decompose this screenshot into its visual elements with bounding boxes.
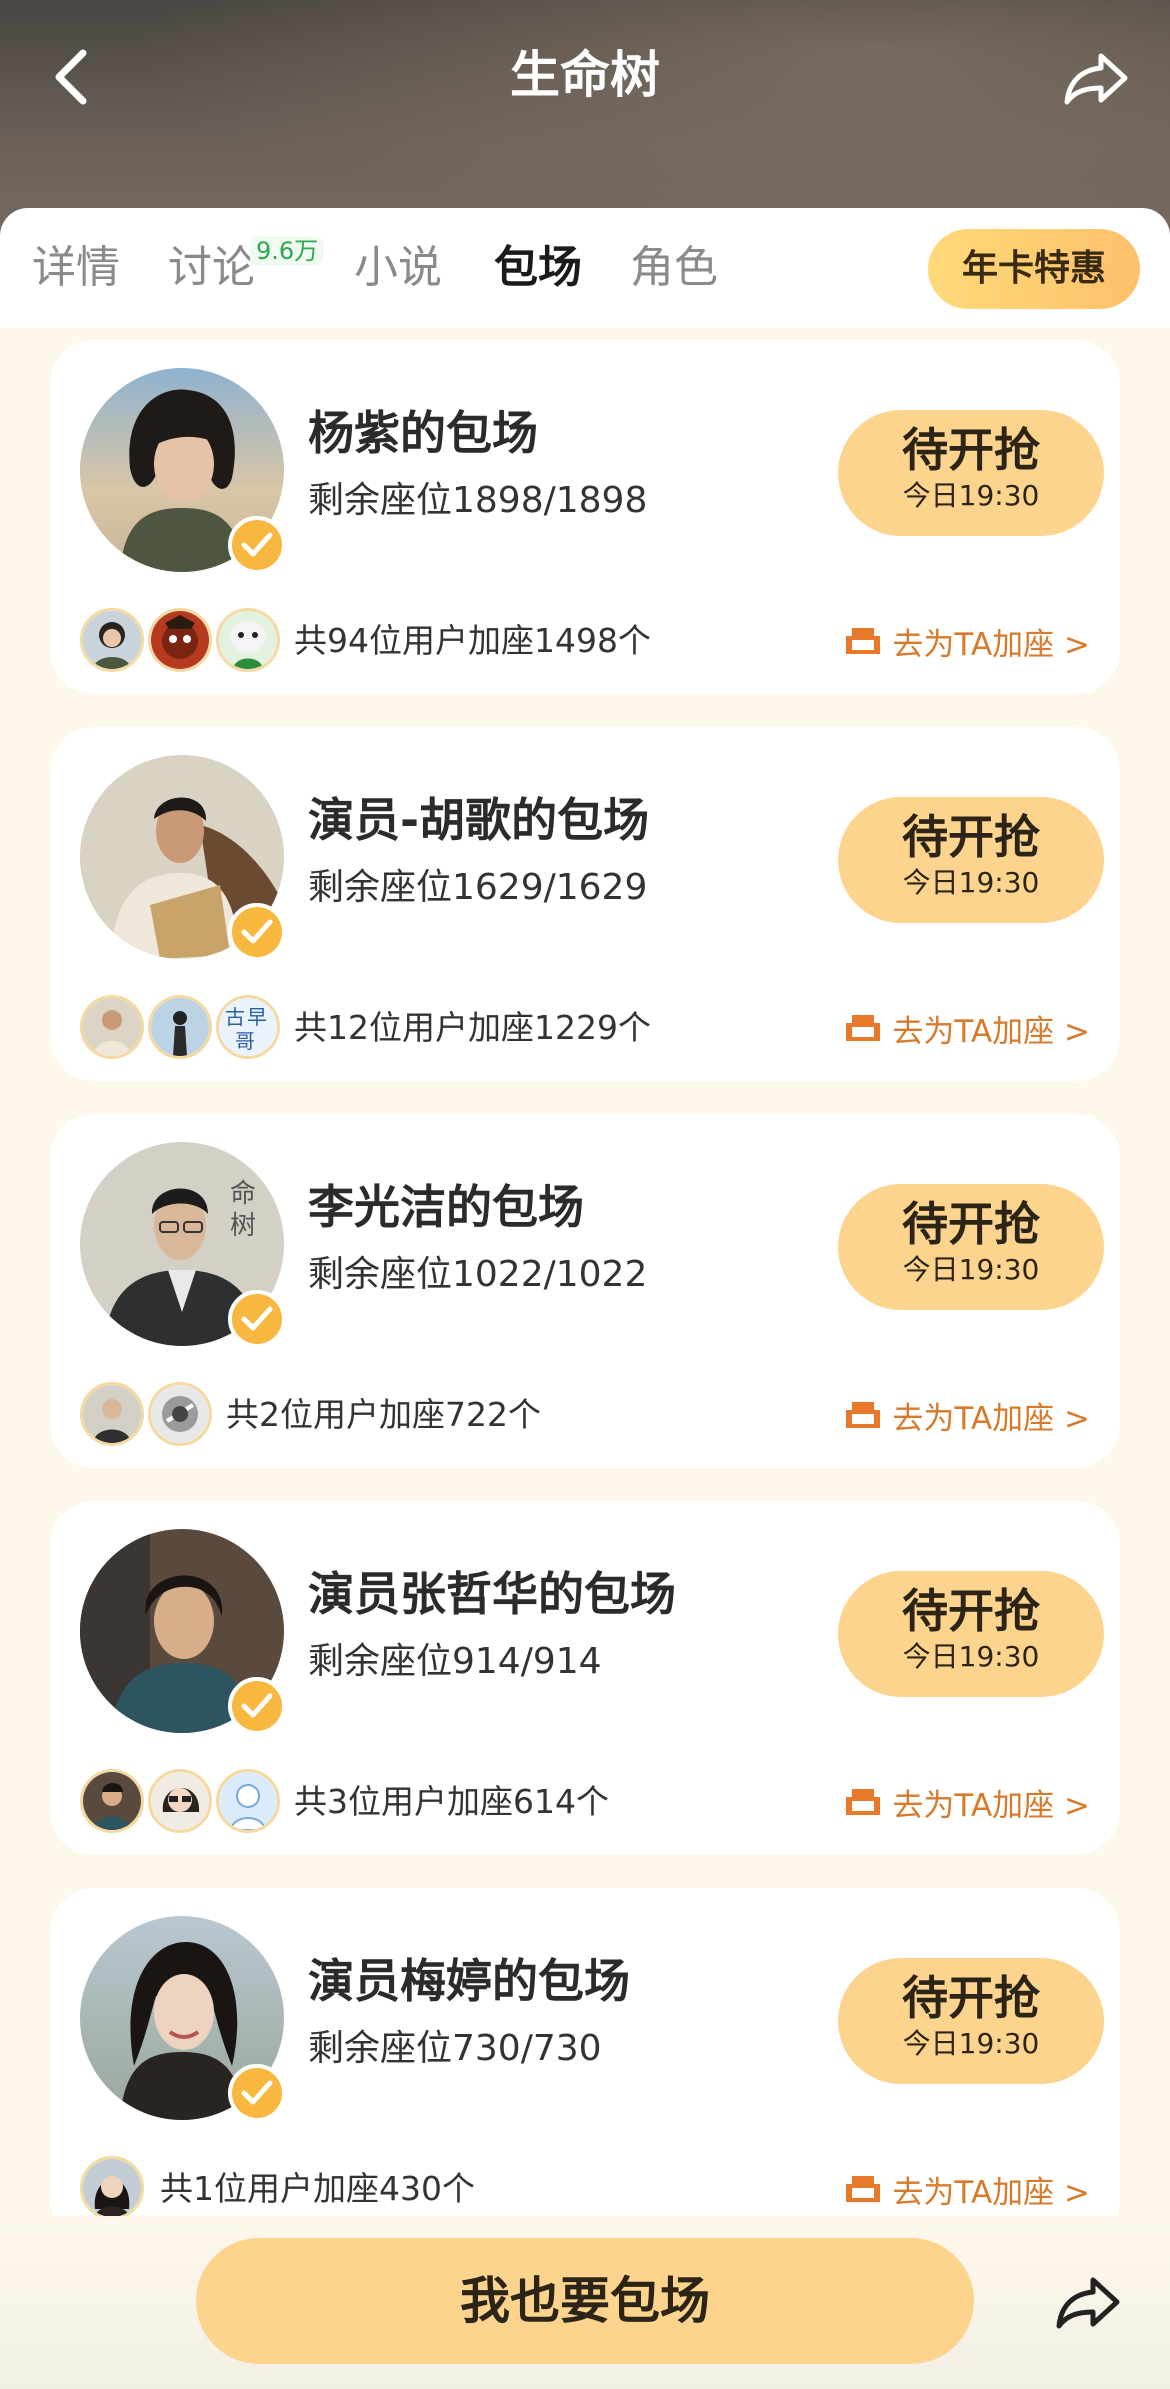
remaining-seats: 剩余座位914/914 <box>308 1641 602 1682</box>
screening-title: 杨紫的包场 <box>308 406 538 460</box>
share-button[interactable] <box>1058 40 1134 116</box>
supporter-count: 共3位用户加座614个 <box>294 1782 609 1821</box>
grab-button[interactable]: 待开抢 今日19:30 <box>838 1184 1104 1310</box>
avatar <box>80 995 144 1059</box>
verified-icon <box>228 516 286 574</box>
tab-details[interactable]: 详情 <box>32 238 120 298</box>
remaining-seats: 剩余座位1022/1022 <box>308 1254 648 1295</box>
add-seat-link[interactable]: 去为TA加座 > <box>844 2166 1090 2212</box>
supporter-avatars <box>80 1382 216 1446</box>
tab-private-screening[interactable]: 包场 <box>494 238 582 298</box>
svg-text:古: 古 <box>225 1005 245 1029</box>
grab-button-label: 待开抢 <box>902 1971 1040 2025</box>
grab-button-label: 待开抢 <box>902 1197 1040 1251</box>
grab-time: 今日19:30 <box>902 1253 1040 1286</box>
add-seat-link[interactable]: 去为TA加座 > <box>844 1392 1090 1438</box>
add-seat-link[interactable]: 去为TA加座 > <box>844 1779 1090 1825</box>
screening-title: 演员-胡歌的包场 <box>308 793 650 847</box>
grab-button-label: 待开抢 <box>902 423 1040 477</box>
seat-icon <box>846 1015 881 1041</box>
svg-text:哥: 哥 <box>235 1029 255 1053</box>
avatar <box>148 1382 212 1446</box>
remaining-seats: 剩余座位730/730 <box>308 2028 602 2069</box>
share-icon <box>1056 2277 1120 2329</box>
host-avatar[interactable]: 命 树 <box>80 1142 286 1348</box>
supporter-count: 共12位用户加座1229个 <box>294 1008 651 1047</box>
host-avatar[interactable] <box>80 755 286 961</box>
supporter-count: 共1位用户加座430个 <box>160 2169 475 2208</box>
tab-characters[interactable]: 角色 <box>630 238 718 298</box>
share-icon <box>1064 53 1128 105</box>
grab-time: 今日19:30 <box>902 1640 1040 1673</box>
create-screening-button[interactable]: 我也要包场 <box>196 2238 974 2364</box>
screening-card[interactable]: 演员梅婷的包场 剩余座位730/730 待开抢 今日19:30 共1位用户加座4… <box>50 1888 1120 2242</box>
annual-card-offer-button[interactable]: 年卡特惠 <box>928 229 1140 309</box>
verified-icon <box>228 903 286 961</box>
add-seat-label: 去为TA加座 > <box>892 1013 1090 1050</box>
grab-time: 今日19:30 <box>902 866 1040 899</box>
add-seat-label: 去为TA加座 > <box>892 1400 1090 1437</box>
discussion-count-badge: 9.6万 <box>250 236 325 266</box>
svg-text:早: 早 <box>247 1005 267 1029</box>
host-avatar[interactable] <box>80 1529 286 1735</box>
supporter-avatars: 古早哥 <box>80 995 284 1059</box>
avatar <box>148 995 212 1059</box>
add-seat-link[interactable]: 去为TA加座 > <box>844 618 1090 664</box>
avatar <box>80 1769 144 1833</box>
screening-title: 演员梅婷的包场 <box>308 1954 630 2008</box>
screening-title: 李光洁的包场 <box>308 1180 584 1234</box>
page-title: 生命树 <box>510 46 660 104</box>
grab-button-label: 待开抢 <box>902 810 1040 864</box>
verified-icon <box>228 2064 286 2122</box>
supporter-count: 共94位用户加座1498个 <box>294 621 651 660</box>
remaining-seats: 剩余座位1629/1629 <box>308 867 648 908</box>
add-seat-label: 去为TA加座 > <box>892 626 1090 663</box>
screening-card[interactable]: 演员张哲华的包场 剩余座位914/914 待开抢 今日19:30 共3位用户加座… <box>50 1501 1120 1855</box>
grab-button[interactable]: 待开抢 今日19:30 <box>838 410 1104 536</box>
grab-button[interactable]: 待开抢 今日19:30 <box>838 1571 1104 1697</box>
tab-discussion[interactable]: 讨论 <box>168 238 256 298</box>
grab-button[interactable]: 待开抢 今日19:30 <box>838 797 1104 923</box>
seat-icon <box>846 2176 881 2202</box>
add-seat-label: 去为TA加座 > <box>892 1787 1090 1824</box>
grab-time: 今日19:30 <box>902 2027 1040 2060</box>
seat-icon <box>846 628 881 654</box>
avatar <box>148 1769 212 1833</box>
avatar <box>216 1769 280 1833</box>
verified-icon <box>228 1677 286 1735</box>
remaining-seats: 剩余座位1898/1898 <box>308 480 648 521</box>
avatar <box>80 1382 144 1446</box>
grab-button[interactable]: 待开抢 今日19:30 <box>838 1958 1104 2084</box>
host-avatar[interactable] <box>80 1916 286 2122</box>
avatar <box>80 608 144 672</box>
grab-time: 今日19:30 <box>902 479 1040 512</box>
screening-card[interactable]: 命 树 李光洁的包场 剩余座位1022/1022 待开抢 今日19:30 共2位… <box>50 1114 1120 1468</box>
tab-novel[interactable]: 小说 <box>354 238 442 298</box>
avatar <box>148 608 212 672</box>
screening-title: 演员张哲华的包场 <box>308 1567 676 1621</box>
screening-card[interactable]: 杨紫的包场 剩余座位1898/1898 待开抢 今日19:30 共94位用户加座… <box>50 340 1120 694</box>
avatar <box>80 2156 144 2220</box>
supporter-avatars <box>80 1769 284 1833</box>
bottom-share-button[interactable] <box>1048 2262 1128 2342</box>
supporter-count: 共2位用户加座722个 <box>226 1395 541 1434</box>
verified-icon <box>228 1290 286 1348</box>
seat-icon <box>846 1789 881 1815</box>
supporter-avatars <box>80 608 284 672</box>
add-seat-link[interactable]: 去为TA加座 > <box>844 1005 1090 1051</box>
avatar: 古早哥 <box>216 995 280 1059</box>
avatar <box>216 608 280 672</box>
svg-text:命: 命 <box>230 1179 256 1209</box>
screening-card[interactable]: 演员-胡歌的包场 剩余座位1629/1629 待开抢 今日19:30 古早哥 共… <box>50 727 1120 1081</box>
svg-text:树: 树 <box>230 1211 256 1241</box>
add-seat-label: 去为TA加座 > <box>892 2174 1090 2211</box>
host-avatar[interactable] <box>80 368 286 574</box>
grab-button-label: 待开抢 <box>902 1584 1040 1638</box>
seat-icon <box>846 1402 881 1428</box>
supporter-avatars <box>80 2156 148 2220</box>
